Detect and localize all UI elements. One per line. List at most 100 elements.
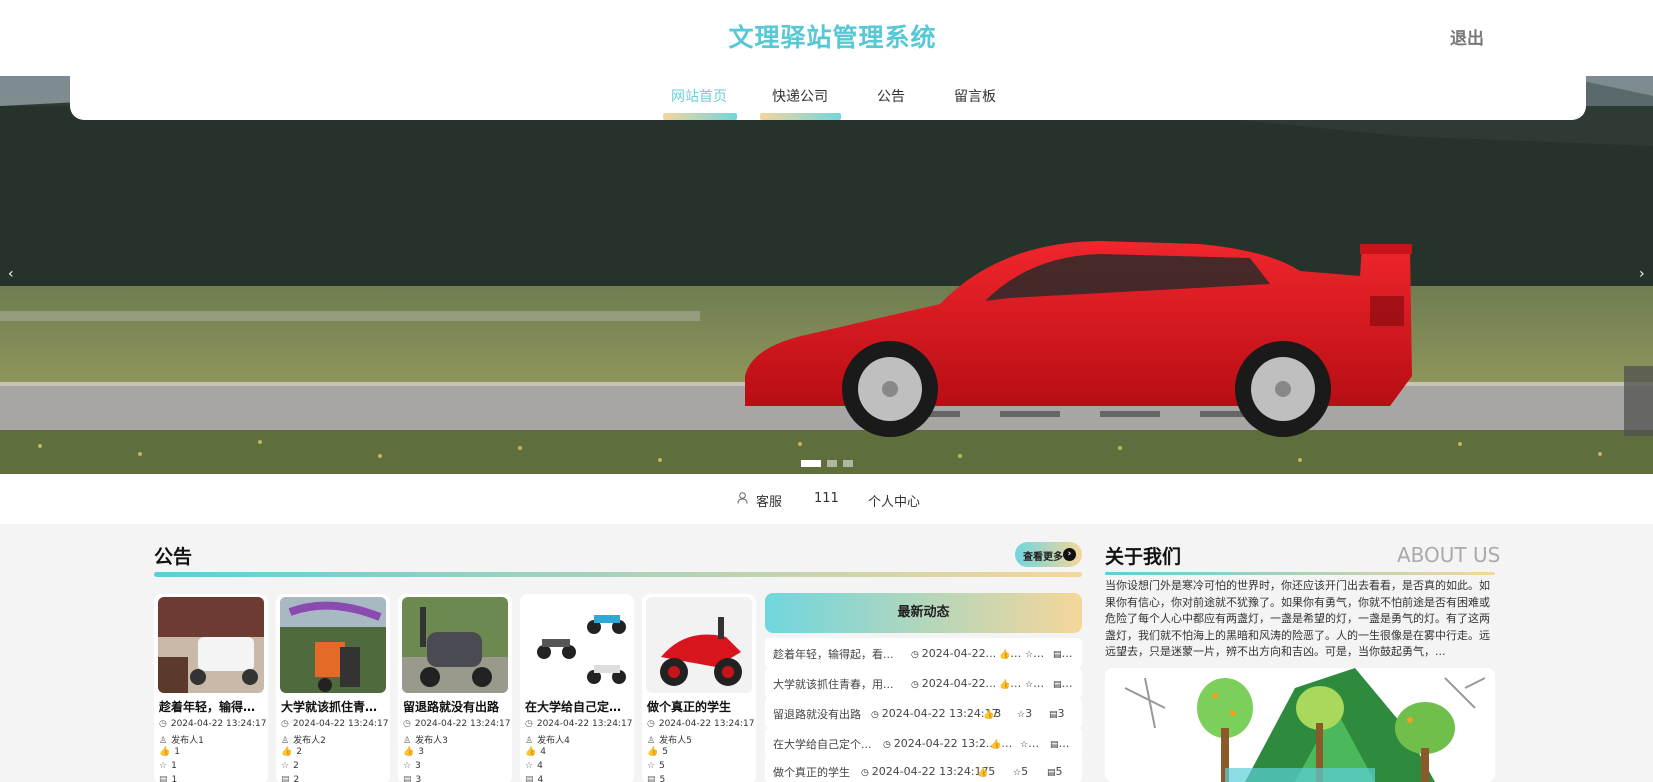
notice-card[interactable]: 留退路就没有出路 ◷ 2024-04-22 13:24:17 ♙ 发布人3 👍 3 ☆… bbox=[398, 594, 512, 782]
notice-card[interactable]: 做个真正的学生 ◷ 2024-04-22 13:24:17 ♙ 发布人5 👍 5 ☆ 5… bbox=[642, 594, 756, 782]
news-row[interactable]: 在大学给自己定个... ◷ 2024-04-22 13:2... 👍… ☆… ▤… bbox=[765, 728, 1082, 758]
notice-card-views: ▤ 4 bbox=[525, 775, 543, 782]
clock-icon: ◷ bbox=[647, 719, 655, 729]
profile-link[interactable]: 个人中心 bbox=[868, 491, 920, 510]
notice-card-favorites: ☆ 4 bbox=[525, 761, 543, 771]
user-icon: ♙ bbox=[403, 736, 412, 746]
nav-active-underline bbox=[663, 113, 737, 120]
news-row-likes: 👍3 bbox=[983, 707, 1002, 720]
notice-card-publisher: ♙ 发布人3 bbox=[403, 736, 448, 746]
notice-card-views: ▤ 2 bbox=[281, 775, 299, 782]
notice-card-likes: 👍 3 bbox=[403, 747, 424, 757]
notice-card-views: ▤ 3 bbox=[403, 775, 421, 782]
user-icon: ♙ bbox=[647, 736, 656, 746]
user-bar: 客服 111 个人中心 bbox=[0, 474, 1653, 524]
nav-item-notice[interactable]: 公告 bbox=[877, 86, 905, 106]
notice-card-likes: 👍 4 bbox=[525, 747, 546, 757]
star-icon: ☆ bbox=[1025, 650, 1034, 660]
notice-card-image bbox=[158, 597, 264, 693]
news-row-time: ◷ 2024-04-22 13:2... bbox=[883, 737, 997, 750]
news-row-views: ▤… bbox=[1050, 737, 1070, 750]
notice-card-image bbox=[402, 597, 508, 693]
nav-item-message-board[interactable]: 留言板 bbox=[954, 86, 996, 106]
carousel-dot-2[interactable] bbox=[827, 460, 837, 467]
news-row-time: ◷ 2024-04-22... bbox=[911, 677, 997, 690]
news-row[interactable]: 大学就该抓住青春，用... ◷ 2024-04-22... 👍… ☆… ▤… bbox=[765, 668, 1082, 698]
clock-icon: ◷ bbox=[159, 719, 167, 729]
notice-card[interactable]: 大学就该抓住青春，用力奔跑 ◷2024-04-22 13:24:17 ♙发布人2… bbox=[276, 594, 390, 782]
news-row-likes: 👍… bbox=[999, 647, 1022, 660]
clock-icon: ◷ bbox=[911, 650, 922, 660]
views-icon: ▤ bbox=[1053, 680, 1062, 690]
notice-card-title: 大学就该抓住青春，用力奔跑 bbox=[281, 700, 385, 714]
hero-carousel[interactable] bbox=[0, 76, 1653, 474]
star-icon: ☆ bbox=[1017, 710, 1026, 720]
thumb-up-icon: 👍 bbox=[990, 740, 1002, 750]
star-icon: ☆ bbox=[647, 761, 656, 771]
news-row-views: ▤5 bbox=[1047, 765, 1063, 778]
thumb-up-icon: 👍 bbox=[525, 747, 537, 757]
clock-icon: ◷ bbox=[911, 680, 922, 690]
carousel-dot-1[interactable] bbox=[801, 460, 821, 467]
news-row-views: ▤… bbox=[1053, 677, 1073, 690]
clock-icon: ◷ bbox=[403, 719, 411, 729]
thumb-up-icon: 👍 bbox=[999, 650, 1011, 660]
notice-card-favorites: ☆ 2 bbox=[281, 761, 299, 771]
about-illustration bbox=[1105, 668, 1495, 782]
thumb-up-icon: 👍 bbox=[281, 747, 293, 757]
news-row-views: ▤… bbox=[1053, 647, 1073, 660]
notice-card-publisher: ♙ 发布人4 bbox=[525, 736, 570, 746]
star-icon: ☆ bbox=[1013, 768, 1022, 778]
news-row-title: 趁着年轻，输得起，看... bbox=[773, 648, 894, 661]
views-icon: ▤ bbox=[1047, 768, 1056, 778]
news-row[interactable]: 趁着年轻，输得起，看... ◷ 2024-04-22... 👍… ☆… ▤… bbox=[765, 638, 1082, 668]
carousel-prev-icon[interactable]: ‹ bbox=[8, 266, 14, 282]
news-row[interactable]: 留退路就没有出路 ◷ 2024-04-22 13:24:17 👍3 ☆3 ▤3 bbox=[765, 698, 1082, 728]
carousel-next-icon[interactable]: › bbox=[1639, 266, 1645, 282]
top-header: 文理驿站管理系统 退出 bbox=[0, 0, 1653, 76]
notice-card-publisher: ♙ 发布人1 bbox=[159, 736, 204, 746]
nav-hover-underline bbox=[760, 113, 841, 120]
news-row-title: 大学就该抓住青春，用... bbox=[773, 678, 894, 691]
notice-card-time: ◷ 2024-04-22 13:24:17 bbox=[159, 719, 267, 729]
notice-card-likes: 👍 5 bbox=[647, 747, 668, 757]
view-more-button[interactable]: 查看更多 › bbox=[1015, 542, 1082, 567]
clock-icon: ◷ bbox=[861, 768, 872, 778]
views-icon: ▤ bbox=[1050, 740, 1059, 750]
views-icon: ▤ bbox=[281, 775, 290, 782]
notice-card-views: ▤ 5 bbox=[647, 775, 665, 782]
nav-item-express-company[interactable]: 快递公司 bbox=[772, 86, 828, 106]
thumb-up-icon: 👍 bbox=[977, 768, 989, 778]
about-text: 当你设想门外是寒冷可怕的世界时，你还应该开门出去看看，是否真的如此。如果你有信心… bbox=[1105, 578, 1653, 660]
carousel-dot-3[interactable] bbox=[843, 460, 853, 467]
views-icon: ▤ bbox=[525, 775, 534, 782]
notice-card[interactable]: 在大学给自己定个目标 ◷2024-04-22 13:24:17 ♙发布人4 👍4… bbox=[520, 594, 634, 782]
site-title: 文理驿站管理系统 bbox=[728, 23, 937, 52]
views-icon: ▤ bbox=[1049, 710, 1058, 720]
news-row-likes: 👍5 bbox=[977, 765, 996, 778]
notice-card[interactable]: 趁着年轻，输得起，看得开 ◷2024-04-22 13:24:17 ♙发布人1 … bbox=[154, 594, 268, 782]
user-icon: ♙ bbox=[281, 736, 290, 746]
news-row[interactable]: 做个真正的学生 ◷ 2024-04-22 13:24:17 👍5 ☆5 ▤5 bbox=[765, 756, 1082, 782]
notice-card-time: ◷ 2024-04-22 13:24:17 bbox=[403, 719, 511, 729]
user-role: 客服 bbox=[756, 495, 783, 510]
clock-icon: ◷ bbox=[883, 740, 894, 750]
notice-card-image bbox=[524, 597, 630, 693]
news-row-likes: 👍… bbox=[999, 677, 1022, 690]
notice-card-favorites: ☆ 5 bbox=[647, 761, 665, 771]
notice-card-time: ◷ 2024-04-22 13:24:17 bbox=[647, 719, 755, 729]
logout-button[interactable]: 退出 bbox=[1450, 24, 1484, 49]
news-row-favorites: ☆… bbox=[1025, 647, 1045, 660]
news-row-favorites: ☆… bbox=[1020, 737, 1040, 750]
user-icon: ♙ bbox=[159, 736, 168, 746]
about-section-title-en: ABOUT US bbox=[1397, 543, 1501, 567]
news-row-title: 在大学给自己定个... bbox=[773, 738, 872, 751]
views-icon: ▤ bbox=[159, 775, 168, 782]
thumb-up-icon: 👍 bbox=[983, 710, 995, 720]
nav-item-home[interactable]: 网站首页 bbox=[671, 86, 727, 106]
notice-card-image bbox=[280, 597, 386, 693]
side-panel-toggle[interactable] bbox=[1624, 366, 1653, 436]
news-row-favorites: ☆… bbox=[1025, 677, 1045, 690]
notice-section-divider bbox=[154, 572, 1082, 577]
carousel-image bbox=[0, 76, 1653, 474]
